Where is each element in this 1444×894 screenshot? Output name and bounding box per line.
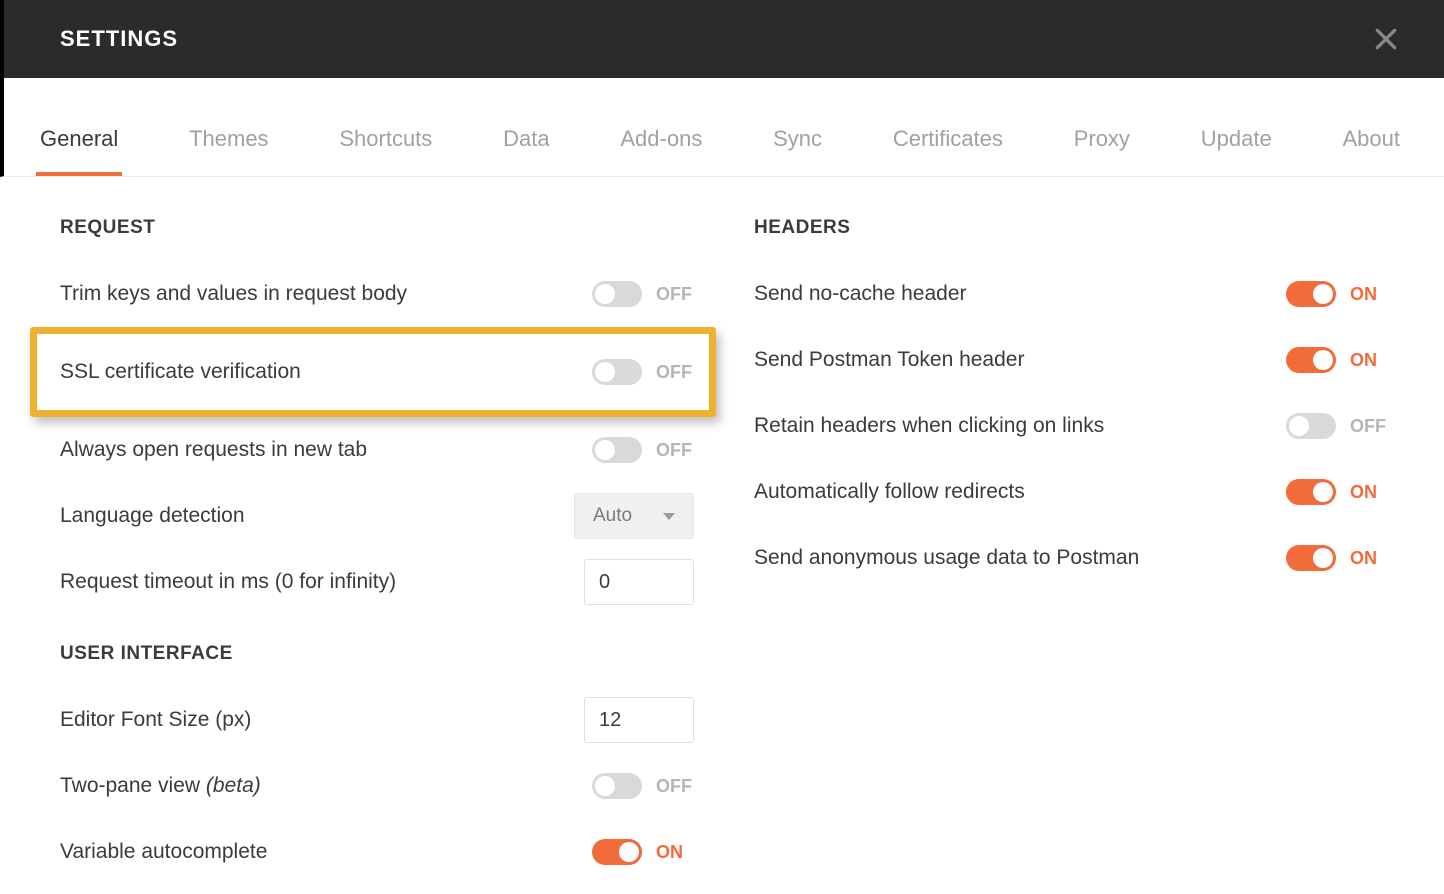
label-two-pane-text: Two-pane view [60,774,206,797]
toggle-knob [1313,350,1333,370]
label-postman-token: Send Postman Token header [754,348,1024,372]
section-title-ui: USER INTERFACE [60,643,694,665]
toggle-wrap: OFF [592,359,694,385]
toggle-state-redirect: ON [1350,482,1388,503]
toggle-knob [1313,284,1333,304]
select-language-detection[interactable]: Auto [574,493,694,539]
toggle-state-ssl: OFF [656,362,694,383]
row-no-cache: Send no-cache header ON [754,261,1388,327]
toggle-wrap: OFF [592,281,694,307]
row-postman-token: Send Postman Token header ON [754,327,1388,393]
row-trim-keys: Trim keys and values in request body OFF [60,261,694,327]
tab-data[interactable]: Data [499,78,553,176]
label-anon-usage: Send anonymous usage data to Postman [754,546,1139,570]
tab-certificates[interactable]: Certificates [889,78,1007,176]
toggle-wrap: OFF [1286,413,1388,439]
row-new-tab: Always open requests in new tab OFF [60,417,694,483]
toggle-knob [1313,548,1333,568]
label-language-detection: Language detection [60,504,245,528]
toggle-retain-headers[interactable] [1286,413,1336,439]
toggle-state-retain: OFF [1350,416,1388,437]
highlight-ssl-verification: SSL certificate verification OFF [30,327,716,417]
toggle-state-nocache: ON [1350,284,1388,305]
row-editor-font-size: Editor Font Size (px) [60,687,694,753]
toggle-knob [595,776,615,796]
tab-update[interactable]: Update [1197,78,1276,176]
toggle-ssl-verification[interactable] [592,359,642,385]
input-request-timeout[interactable] [584,559,694,605]
left-column: REQUEST Trim keys and values in request … [60,217,694,885]
toggle-knob [595,362,615,382]
toggle-knob [619,842,639,862]
tab-sync[interactable]: Sync [769,78,826,176]
close-button[interactable] [1370,23,1402,55]
row-language-detection: Language detection Auto [60,483,694,549]
row-ssl-verification: SSL certificate verification OFF [60,359,694,385]
toggle-wrap: OFF [592,773,694,799]
toggle-wrap: ON [592,839,694,865]
toggle-state-twopane: OFF [656,776,694,797]
toggle-state-newtab: OFF [656,440,694,461]
row-anon-usage: Send anonymous usage data to Postman ON [754,525,1388,591]
toggle-wrap: ON [1286,545,1388,571]
toggle-two-pane[interactable] [592,773,642,799]
toggle-knob [1289,416,1309,436]
spacer [60,615,694,643]
close-icon [1373,26,1399,52]
toggle-trim-keys[interactable] [592,281,642,307]
label-new-tab: Always open requests in new tab [60,438,367,462]
toggle-anon-usage[interactable] [1286,545,1336,571]
row-variable-autocomplete: Variable autocomplete ON [60,819,694,885]
row-request-timeout: Request timeout in ms (0 for infinity) [60,549,694,615]
select-value-language: Auto [593,505,632,527]
caret-down-icon [663,513,675,520]
label-two-pane: Two-pane view (beta) [60,774,261,798]
label-trim-keys: Trim keys and values in request body [60,282,407,306]
label-retain-headers: Retain headers when clicking on links [754,414,1104,438]
tab-proxy[interactable]: Proxy [1070,78,1134,176]
label-ssl-verification: SSL certificate verification [60,360,301,384]
toggle-postman-token[interactable] [1286,347,1336,373]
section-title-headers: HEADERS [754,217,1388,239]
tab-general[interactable]: General [36,78,122,176]
toggle-state-varauto: ON [656,842,694,863]
toggle-no-cache[interactable] [1286,281,1336,307]
tab-themes[interactable]: Themes [185,78,272,176]
label-request-timeout: Request timeout in ms (0 for infinity) [60,570,396,594]
section-title-request: REQUEST [60,217,694,239]
label-follow-redirects: Automatically follow redirects [754,480,1025,504]
label-editor-font-size: Editor Font Size (px) [60,708,251,732]
label-variable-autocomplete: Variable autocomplete [60,840,267,864]
row-two-pane: Two-pane view (beta) OFF [60,753,694,819]
toggle-state-pmtoken: ON [1350,350,1388,371]
label-no-cache: Send no-cache header [754,282,967,306]
input-editor-font-size[interactable] [584,697,694,743]
toggle-follow-redirects[interactable] [1286,479,1336,505]
titlebar: SETTINGS [0,0,1444,78]
row-retain-headers: Retain headers when clicking on links OF… [754,393,1388,459]
content: REQUEST Trim keys and values in request … [0,177,1444,885]
toggle-wrap: ON [1286,479,1388,505]
toggle-new-tab[interactable] [592,437,642,463]
label-two-pane-beta: (beta) [206,774,261,797]
right-column: HEADERS Send no-cache header ON Send Pos… [754,217,1388,885]
toggle-wrap: ON [1286,281,1388,307]
tab-about[interactable]: About [1338,78,1404,176]
tab-shortcuts[interactable]: Shortcuts [335,78,436,176]
tabbar: General Themes Shortcuts Data Add-ons Sy… [0,78,1444,177]
toggle-knob [1313,482,1333,502]
dialog-title: SETTINGS [60,26,178,52]
toggle-state-trim: OFF [656,284,694,305]
toggle-knob [595,284,615,304]
tab-addons[interactable]: Add-ons [616,78,706,176]
toggle-state-anon: ON [1350,548,1388,569]
toggle-wrap: ON [1286,347,1388,373]
row-follow-redirects: Automatically follow redirects ON [754,459,1388,525]
toggle-wrap: OFF [592,437,694,463]
toggle-knob [595,440,615,460]
toggle-variable-autocomplete[interactable] [592,839,642,865]
